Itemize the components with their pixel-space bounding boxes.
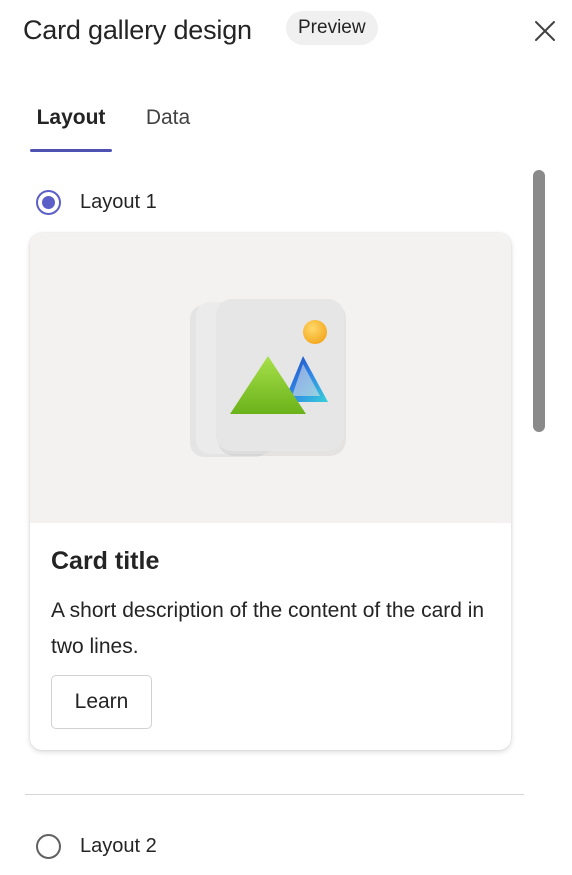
panel-title: Card gallery design <box>23 15 252 45</box>
panel-header: Card gallery design Preview <box>0 0 572 62</box>
radio-selected-icon[interactable] <box>36 189 61 215</box>
preview-badge: Preview <box>286 11 378 45</box>
close-icon <box>535 21 555 41</box>
close-button[interactable] <box>530 16 560 46</box>
learn-button[interactable]: Learn <box>51 675 152 729</box>
card-title: Card title <box>51 547 160 575</box>
card-image <box>30 233 511 523</box>
tab-selection-indicator <box>30 149 112 152</box>
tab-list: Layout Data <box>0 96 572 152</box>
card-preview: Card title A short description of the co… <box>30 233 511 750</box>
layout-option-2[interactable]: Layout 2 <box>36 833 157 859</box>
layout-option-label: Layout 2 <box>80 834 157 857</box>
tab-layout[interactable]: Layout <box>30 96 112 152</box>
layout-option-1[interactable]: Layout 1 <box>36 189 157 215</box>
radio-unselected-icon[interactable] <box>36 833 61 859</box>
layout-option-label: Layout 1 <box>80 190 157 213</box>
image-placeholder-icon <box>190 299 346 457</box>
card-description: A short description of the content of th… <box>51 599 485 658</box>
divider <box>25 794 524 795</box>
tab-data[interactable]: Data <box>140 96 196 152</box>
scrollbar-thumb[interactable] <box>533 170 545 432</box>
